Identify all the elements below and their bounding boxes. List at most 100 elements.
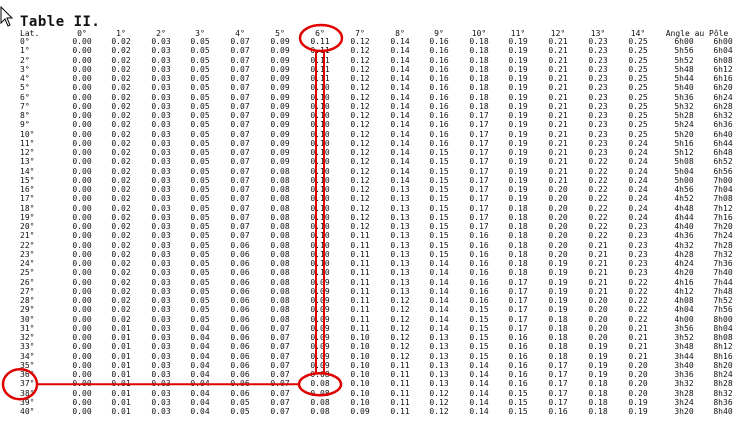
table-cell: 0.18 [508, 212, 528, 222]
table-cell: 0.19 [508, 46, 528, 56]
table-cell: 0.20 [628, 360, 648, 370]
table-cell: 0.00 [72, 101, 92, 111]
table-cell: 0.14 [390, 83, 410, 93]
angle-am: 4h32 [674, 240, 694, 250]
table-cell: 0.16 [508, 342, 528, 352]
table-cell: 0.21 [588, 240, 608, 250]
table-cell: 0.12 [429, 397, 449, 407]
table-cell: 0.23 [588, 64, 608, 74]
table-cell: 0.20 [548, 231, 568, 241]
table-cell: 0.09 [310, 314, 330, 324]
table-cell: 0.14 [429, 314, 449, 324]
table-cell: 0.00 [72, 268, 92, 278]
table-cell: 0.02 [111, 286, 131, 296]
table-cell: 0.05 [190, 64, 210, 74]
table-cell: 0.21 [628, 333, 648, 342]
table-cell: 0.25 [628, 120, 648, 130]
table-cell: 0.17 [508, 323, 528, 333]
table-cell: 0.17 [508, 314, 528, 324]
table-cell: 0.18 [469, 46, 489, 56]
angle-pm: 7h44 [713, 277, 733, 287]
table-cell: 0.04 [190, 397, 210, 407]
table-cell: 0.09 [350, 407, 370, 416]
row-latitude: 18° [20, 203, 35, 213]
table-cell: 0.03 [151, 379, 171, 389]
angle-pm: 8h36 [713, 397, 733, 407]
table-cell: 0.19 [508, 83, 528, 93]
table-cell: 0.02 [111, 212, 131, 222]
angle-am: 3h52 [674, 333, 694, 342]
row-latitude: 21° [20, 231, 35, 241]
table-cell: 0.19 [508, 175, 528, 185]
table-cell: 0.12 [350, 101, 370, 111]
table-cell: 0.11 [350, 296, 370, 305]
table-cell: 0.12 [390, 333, 410, 342]
table-cell: 0.05 [190, 101, 210, 111]
table-cell: 0.10 [310, 175, 330, 185]
table-cell: 0.09 [310, 333, 330, 342]
table-cell: 0.05 [190, 83, 210, 93]
table-cell: 0.14 [390, 111, 410, 120]
table-cell: 0.17 [469, 138, 489, 148]
table-cell: 0.08 [270, 185, 290, 194]
table-cell: 0.08 [270, 240, 290, 250]
table-cell: 0.02 [111, 120, 131, 130]
table-cell: 0.24 [628, 148, 648, 157]
table-cell: 0.16 [469, 240, 489, 250]
table-cell: 0.10 [310, 203, 330, 213]
table-cell: 0.18 [548, 323, 568, 333]
table-cell: 0.02 [111, 305, 131, 315]
table-cell: 0.18 [469, 64, 489, 74]
table-cell: 0.03 [151, 360, 171, 370]
table-cell: 0.02 [111, 185, 131, 194]
table-cell: 0.07 [270, 397, 290, 407]
table-cell: 0.05 [190, 231, 210, 241]
table-cell: 0.04 [190, 379, 210, 389]
table-cell: 0.20 [588, 305, 608, 315]
table-cell: 0.06 [230, 388, 250, 398]
table-cell: 0.03 [151, 175, 171, 185]
row-latitude: 39° [20, 397, 35, 407]
table-cell: 0.12 [350, 74, 370, 83]
table-cell: 0.10 [310, 222, 330, 231]
angle-pm: 7h28 [713, 240, 733, 250]
table-cell: 0.17 [548, 370, 568, 379]
table-cell: 0.17 [469, 175, 489, 185]
table-cell: 0.07 [230, 83, 250, 93]
table-cell: 0.07 [230, 92, 250, 102]
row-latitude: 9° [20, 120, 30, 130]
table-cell: 0.21 [548, 64, 568, 74]
angle-am: 5h04 [674, 166, 694, 176]
angle-am: 5h12 [674, 148, 694, 157]
table-cell: 0.13 [390, 194, 410, 204]
table-cell: 0.06 [230, 314, 250, 324]
table-cell: 0.14 [429, 259, 449, 268]
table-cell: 0.19 [588, 370, 608, 379]
angle-pm: 6h28 [713, 101, 733, 111]
table-cell: 0.10 [310, 148, 330, 157]
table-cell: 0.09 [310, 277, 330, 287]
table-cell: 0.07 [270, 370, 290, 379]
table-cell: 0.06 [230, 370, 250, 379]
table-cell: 0.13 [429, 360, 449, 370]
table-cell: 0.07 [230, 157, 250, 167]
table-cell: 0.21 [548, 83, 568, 93]
row-latitude: 22° [20, 240, 35, 250]
table-cell: 0.05 [190, 157, 210, 167]
table-cell: 0.03 [151, 157, 171, 167]
table-cell: 0.12 [390, 323, 410, 333]
table-cell: 0.23 [628, 259, 648, 268]
table-cell: 0.22 [588, 175, 608, 185]
table-cell: 0.21 [548, 92, 568, 102]
angle-am: 3h56 [674, 323, 694, 333]
table-cell: 0.13 [390, 212, 410, 222]
angle-pm: 7h52 [713, 296, 733, 305]
table-cell: 0.08 [310, 407, 330, 416]
table-cell: 0.12 [350, 37, 370, 46]
table-cell: 0.00 [72, 138, 92, 148]
table-cell: 0.14 [429, 286, 449, 296]
table-cell: 0.14 [390, 148, 410, 157]
table-cell: 0.10 [350, 342, 370, 352]
table-cell: 0.14 [469, 370, 489, 379]
table-cell: 0.09 [270, 120, 290, 130]
